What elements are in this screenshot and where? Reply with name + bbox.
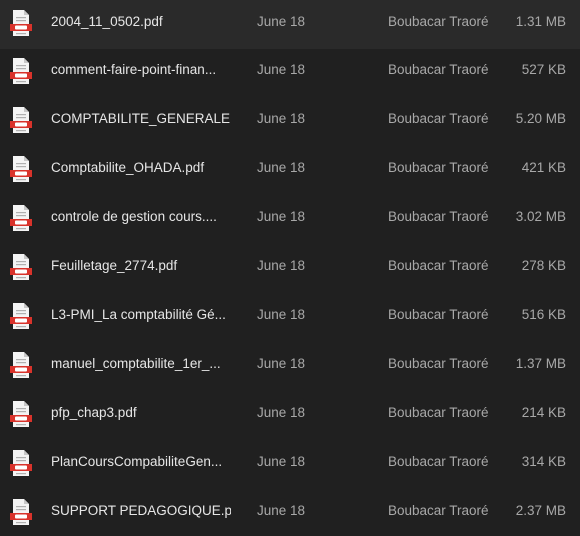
file-date: June 18 [257,356,306,371]
file-date: June 18 [257,209,306,224]
file-row[interactable]: Feuilletage_2774.pdf June 18 Boubacar Trao… [0,244,580,293]
file-row[interactable]: PlanCoursCompabiliteGen... June 18 Boubaca… [0,440,580,489]
file-size: 421 KB [521,160,566,175]
pdf-file-icon [10,449,32,477]
file-date: June 18 [257,454,306,469]
file-size: 214 KB [521,405,566,420]
pdf-file-icon [10,57,32,85]
file-name[interactable]: comment-faire-point-finan... [51,62,231,77]
file-name[interactable]: 2004_11_0502.pdf [51,14,231,29]
file-name[interactable]: controle de gestion cours.... [51,209,231,224]
file-row[interactable]: comment-faire-point-finan... June 18 Bouba… [0,48,580,97]
file-owner: Boubacar Traoré [388,454,489,469]
file-row[interactable]: 2004_11_0502.pdf June 18 Boubacar Traoré 1.… [0,0,580,49]
file-date: June 18 [257,258,306,273]
file-date: June 18 [257,405,306,420]
pdf-file-icon [10,302,32,330]
file-row[interactable]: COMPTABILITE_GENERALE.... June 18 Boubacar… [0,97,580,146]
file-name[interactable]: pfp_chap3.pdf [51,405,231,420]
file-owner: Boubacar Traoré [388,111,489,126]
file-name[interactable]: manuel_comptabilite_1er_... [51,356,231,371]
file-owner: Boubacar Traoré [388,503,489,518]
file-owner: Boubacar Traoré [388,160,489,175]
file-row[interactable]: manuel_comptabilite_1er_... June 18 Boubac… [0,342,580,391]
file-name[interactable]: PlanCoursCompabiliteGen... [51,454,231,469]
pdf-file-icon [10,253,32,281]
pdf-file-icon [10,400,32,428]
file-name[interactable]: Feuilletage_2774.pdf [51,258,231,273]
file-owner: Boubacar Traoré [388,356,489,371]
file-size: 1.37 MB [515,356,566,371]
file-size: 278 KB [521,258,566,273]
file-owner: Boubacar Traoré [388,405,489,420]
file-owner: Boubacar Traoré [388,307,489,322]
file-row[interactable]: Comptabilite_OHADA.pdf June 18 Boubacar Tr… [0,146,580,195]
file-date: June 18 [257,160,306,175]
file-name[interactable]: Comptabilite_OHADA.pdf [51,160,231,175]
pdf-file-icon [10,351,32,379]
file-date: June 18 [257,307,306,322]
pdf-file-icon [10,155,32,183]
pdf-file-icon [10,498,32,526]
file-list: 2004_11_0502.pdf June 18 Boubacar Traoré 1.… [0,0,580,536]
file-size: 516 KB [521,307,566,322]
file-date: June 18 [257,111,306,126]
file-row[interactable]: L3-PMI_La comptabilité Gé... June 18 Bouba… [0,293,580,342]
pdf-file-icon [10,106,32,134]
pdf-file-icon [10,9,32,37]
file-owner: Boubacar Traoré [388,14,489,29]
file-date: June 18 [257,14,306,29]
file-size: 314 KB [521,454,566,469]
file-date: June 18 [257,503,306,518]
file-size: 2.37 MB [515,503,566,518]
file-date: June 18 [257,62,306,77]
file-row[interactable]: controle de gestion cours.... June 18 Boub… [0,195,580,244]
file-size: 5.20 MB [515,111,566,126]
file-name[interactable]: SUPPORT PEDAGOGIQUE.p... [51,503,231,518]
file-size: 1.31 MB [515,14,566,29]
file-owner: Boubacar Traoré [388,258,489,273]
file-name[interactable]: L3-PMI_La comptabilité Gé... [51,307,231,322]
file-row[interactable]: pfp_chap3.pdf June 18 Boubacar Traoré 214 K… [0,391,580,440]
file-size: 3.02 MB [515,209,566,224]
pdf-file-icon [10,204,32,232]
file-owner: Boubacar Traoré [388,209,489,224]
file-owner: Boubacar Traoré [388,62,489,77]
file-size: 527 KB [521,62,566,77]
file-name[interactable]: COMPTABILITE_GENERALE.... [51,111,231,126]
file-row[interactable]: SUPPORT PEDAGOGIQUE.p... June 18 Boubacar … [0,489,580,536]
